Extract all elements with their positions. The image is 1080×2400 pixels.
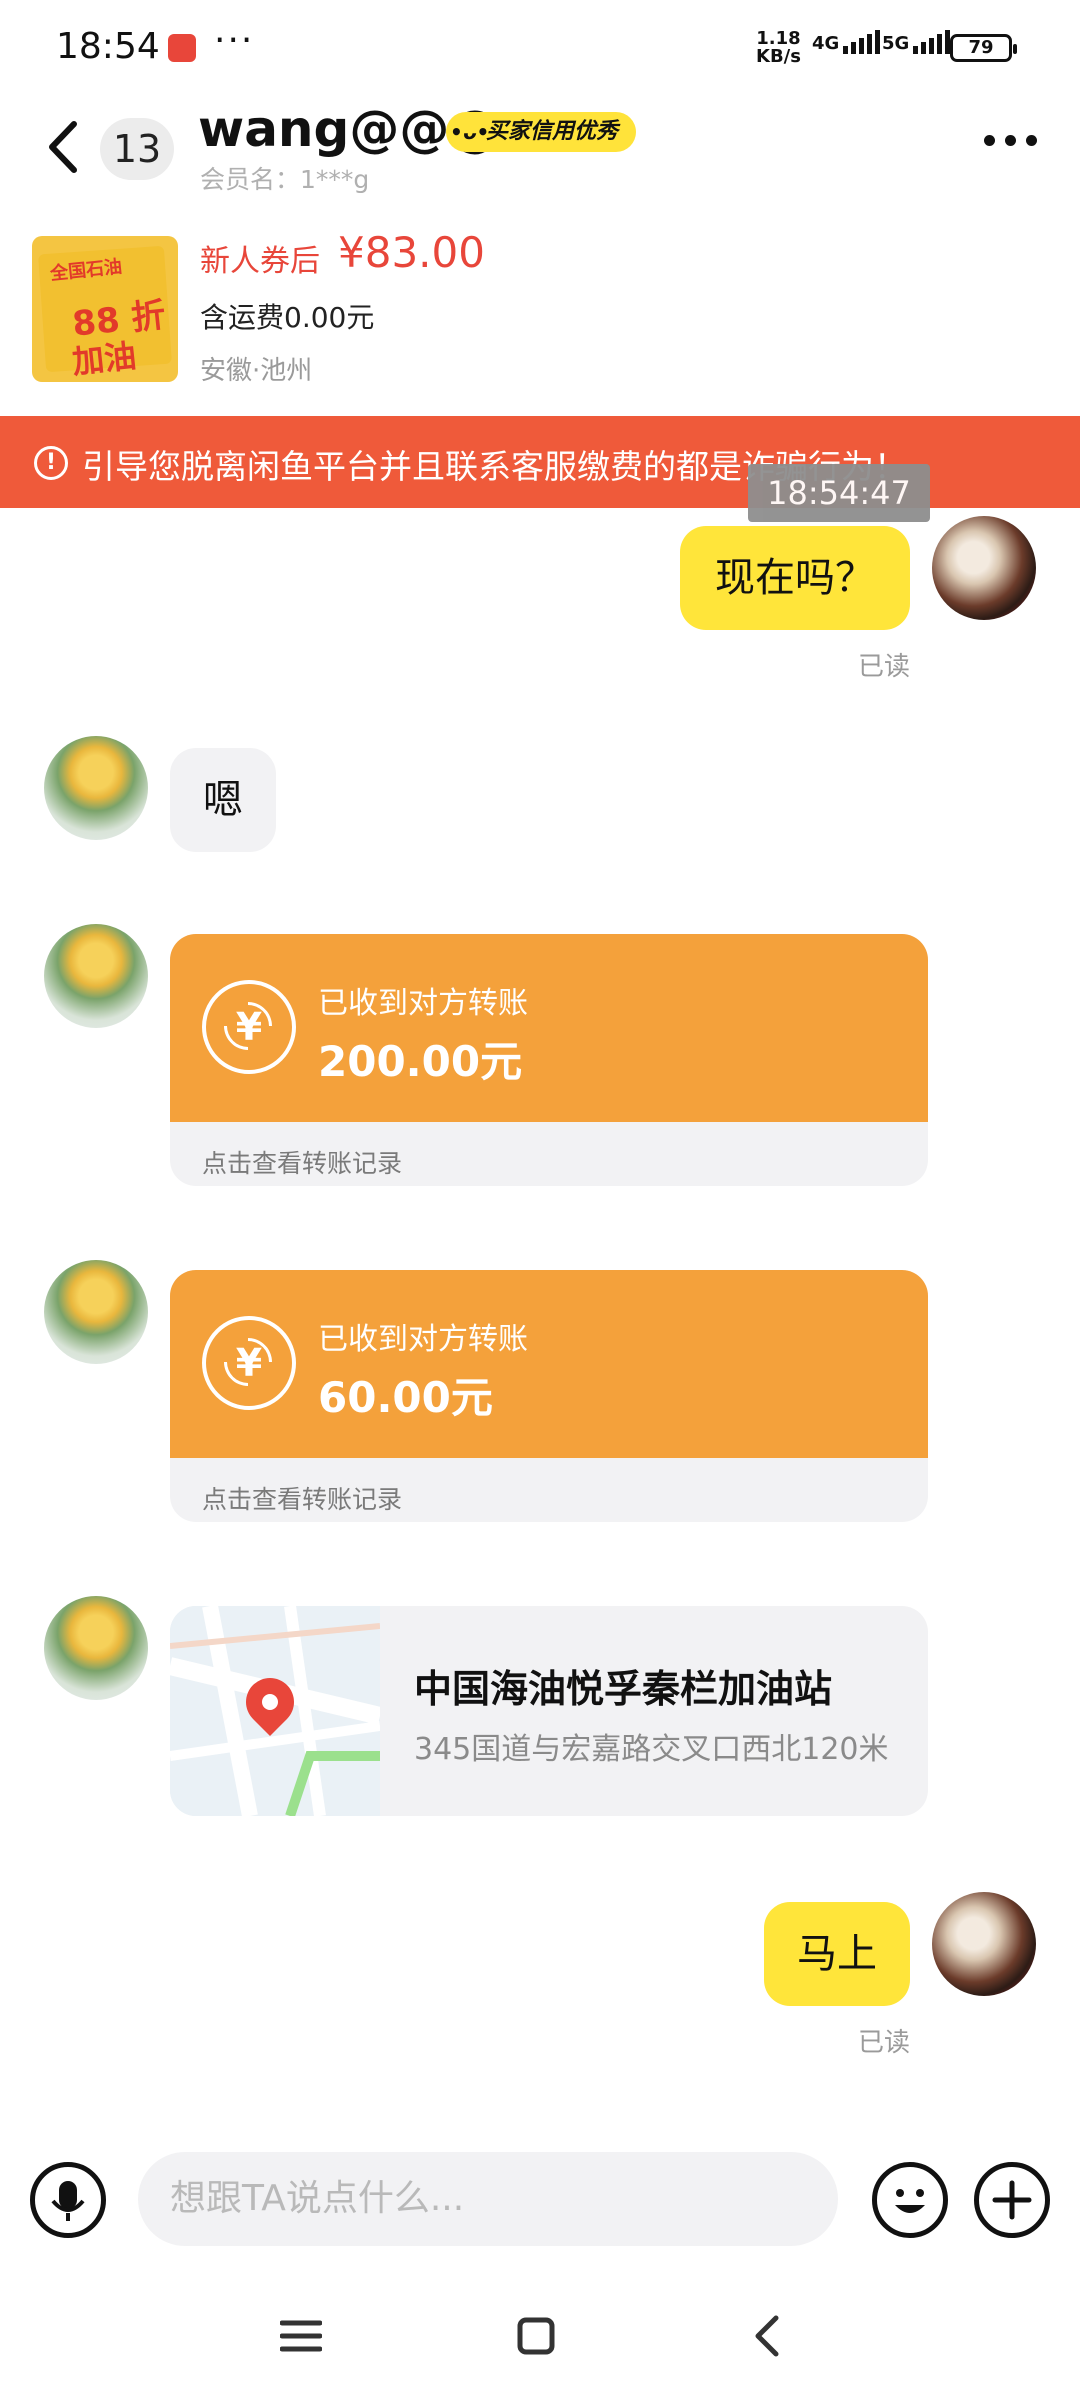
dot-icon xyxy=(1005,135,1016,146)
product-thumbnail[interactable]: 全国石油 88 折 加油 xyxy=(32,236,178,382)
status-bar: 18:54 ··· 1.18 KB/s 4G 5G 79 xyxy=(0,0,1080,96)
credit-badge[interactable]: •ᴗ• 买家信用优秀 xyxy=(446,112,637,152)
chevron-left-icon xyxy=(49,121,77,173)
dot-icon xyxy=(984,135,995,146)
transfer-card[interactable]: ¥ 已收到对方转账 60.00元 点击查看转账记录 xyxy=(170,1270,928,1522)
read-receipt: 已读 xyxy=(858,2028,911,2058)
battery-icon: 79 xyxy=(950,34,1017,62)
warning-icon: ! xyxy=(34,446,68,480)
transfer-record-link[interactable]: 点击查看转账记录 xyxy=(202,1480,402,1516)
location-title: 中国海油悦孚秦栏加油站 xyxy=(414,1667,833,1711)
microphone-icon xyxy=(51,2181,85,2221)
my-avatar[interactable] xyxy=(932,1892,1036,1996)
contact-avatar[interactable] xyxy=(44,1596,148,1700)
contact-avatar[interactable] xyxy=(44,924,148,1028)
transfer-status-label: 已收到对方转账 xyxy=(318,1322,528,1357)
emoji-button[interactable] xyxy=(872,2162,948,2238)
transfer-record-link[interactable]: 点击查看转账记录 xyxy=(202,1144,402,1180)
transfer-amount: 60.00元 xyxy=(318,1373,493,1422)
signal-bars-icon xyxy=(913,30,951,54)
more-actions-button[interactable] xyxy=(974,2162,1050,2238)
app-notification-icon xyxy=(168,34,196,62)
home-button[interactable] xyxy=(516,2316,556,2356)
product-price: ¥83.00 xyxy=(338,228,485,277)
credit-badge-label: 买家信用优秀 xyxy=(486,119,619,144)
network-type-5g: 5G xyxy=(882,33,910,54)
recent-apps-button[interactable] xyxy=(279,2318,323,2354)
contact-avatar[interactable] xyxy=(44,1260,148,1364)
menu-icon xyxy=(279,2320,323,2352)
mascot-face-icon: •ᴗ• xyxy=(450,116,489,148)
my-avatar[interactable] xyxy=(932,516,1036,620)
yuan-refresh-icon: ¥ xyxy=(202,980,296,1074)
shipping-fee: 含运费0.00元 xyxy=(200,301,375,334)
message-bubble-sent[interactable]: 马上 xyxy=(764,1902,910,2006)
voice-button[interactable] xyxy=(30,2162,106,2238)
map-pin-dot xyxy=(262,1694,278,1710)
product-location: 安徽·池州 xyxy=(200,356,313,386)
member-name: 会员名：1***g xyxy=(200,165,370,194)
yuan-refresh-icon: ¥ xyxy=(202,1316,296,1410)
signal-5g: 5G xyxy=(882,30,951,54)
network-type-4g: 4G xyxy=(812,33,840,54)
back-button[interactable] xyxy=(44,118,84,176)
message-bubble-received[interactable]: 嗯 xyxy=(170,748,276,852)
timestamp-overlay: 18:54:47 xyxy=(748,464,930,522)
map-thumbnail xyxy=(170,1606,380,1816)
read-receipt: 已读 xyxy=(858,652,911,682)
product-image-text-bottom: 加油 xyxy=(70,336,139,382)
more-options-button[interactable] xyxy=(984,135,1044,155)
system-back-button[interactable] xyxy=(752,2314,782,2358)
message-input[interactable]: 想跟TA说点什么... xyxy=(138,2152,838,2246)
dot-icon xyxy=(1026,135,1037,146)
more-notifications-icon: ··· xyxy=(214,20,255,61)
location-card[interactable]: 中国海油悦孚秦栏加油站 345国道与宏嘉路交叉口西北120米 xyxy=(170,1606,928,1816)
chevron-left-icon xyxy=(755,2315,779,2357)
location-address: 345国道与宏嘉路交叉口西北120米 xyxy=(414,1732,889,1767)
contact-avatar[interactable] xyxy=(44,736,148,840)
transfer-card[interactable]: ¥ 已收到对方转账 200.00元 点击查看转账记录 xyxy=(170,934,928,1186)
smiley-icon xyxy=(895,2189,925,2213)
message-bubble-sent[interactable]: 现在吗？ xyxy=(680,526,910,630)
plus-icon xyxy=(992,2180,1032,2220)
status-time: 18:54 xyxy=(56,26,160,67)
transfer-amount: 200.00元 xyxy=(318,1037,523,1086)
transfer-status-label: 已收到对方转账 xyxy=(318,986,528,1021)
price-label: 新人券后 xyxy=(200,244,320,279)
network-speed-unit: KB/s xyxy=(756,46,801,67)
signal-bars-icon xyxy=(843,30,881,54)
network-speed: 1.18 KB/s xyxy=(756,30,801,66)
square-icon xyxy=(517,2317,555,2355)
unread-count-badge[interactable]: 13 xyxy=(100,118,174,180)
signal-4g: 4G xyxy=(812,30,881,54)
